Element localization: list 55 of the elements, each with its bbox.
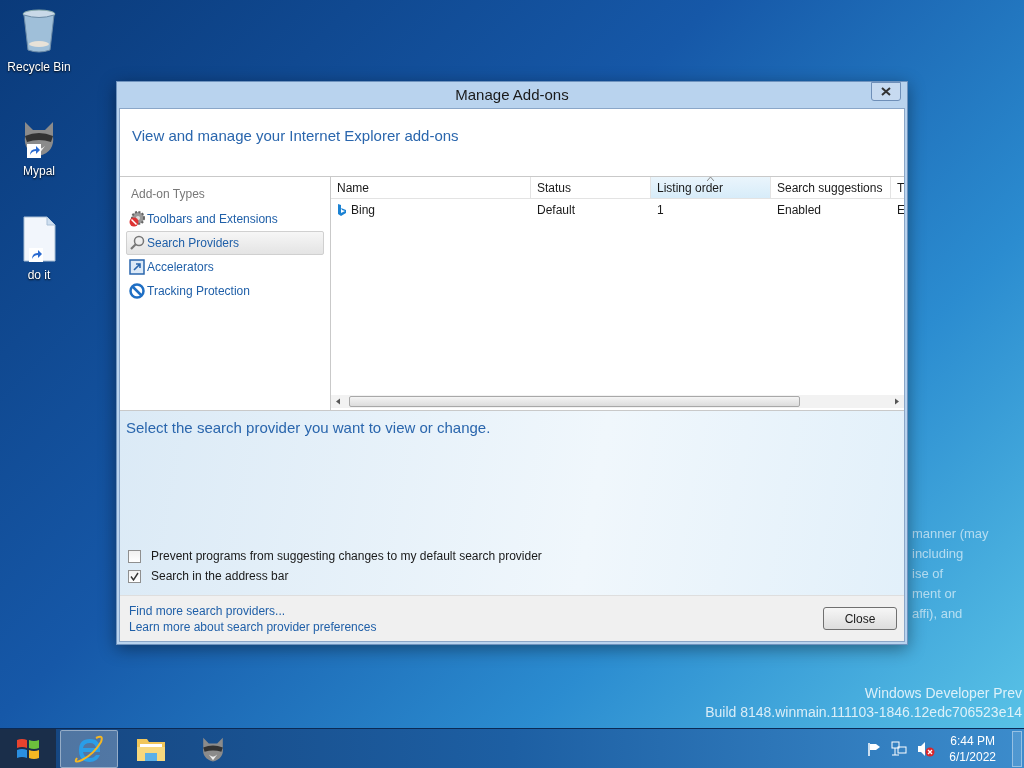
search-icon	[129, 235, 145, 251]
checkbox[interactable]	[128, 549, 141, 563]
blocked-icon	[129, 283, 145, 299]
desktop-icon-label[interactable]: Mypal	[23, 162, 55, 180]
horizontal-scrollbar[interactable]	[331, 395, 904, 408]
faded-text-line: affi), and	[912, 605, 964, 623]
clock-date[interactable]: 6/1/2022	[949, 748, 996, 765]
shortcut-arrow-icon	[27, 144, 41, 158]
build-watermark-text: Windows Developer Prev	[864, 684, 1022, 703]
help-link[interactable]: Find more search providers...	[129, 602, 377, 619]
addon-types-heading: Add-on Types	[130, 186, 206, 203]
table-cell-text: Default	[536, 202, 577, 219]
column-header[interactable]: T	[891, 177, 904, 198]
table-cell-text: E	[896, 202, 904, 219]
close-icon	[881, 87, 891, 96]
column-header[interactable]: Search suggestions	[771, 177, 891, 198]
gear-icon	[129, 211, 145, 227]
shortcut-arrow-icon	[29, 248, 43, 262]
browser-e-icon	[74, 733, 104, 764]
clock-time[interactable]: 6:44 PM	[950, 732, 995, 749]
desktop-icon-label[interactable]: do it	[27, 266, 51, 284]
arrow-square-icon	[129, 259, 145, 275]
scrollbar-thumb[interactable]	[349, 396, 800, 407]
checkbox-label: Prevent programs from suggesting changes to my default search provider	[151, 548, 542, 565]
checkbox-label: Search in the address bar	[151, 568, 289, 585]
muted-speaker-icon[interactable]	[917, 740, 936, 757]
details-prompt: Select the search provider you want to view or change.	[126, 418, 492, 438]
dialog-heading: View and manage your Internet Explorer add-ons	[132, 126, 460, 146]
faded-text-line: ment or	[912, 585, 958, 603]
column-header[interactable]: Listing order	[651, 177, 771, 198]
desktop-icon-label[interactable]: Recycle Bin	[7, 58, 71, 76]
table-cell-text: 1	[656, 202, 665, 219]
faded-text-line: ise of	[912, 565, 945, 583]
network-icon[interactable]	[891, 741, 908, 756]
checkbox[interactable]	[128, 569, 141, 583]
close-button[interactable]: Close	[823, 607, 897, 630]
taskbar-app-button[interactable]	[60, 729, 118, 768]
build-watermark-text: Build 8148.winmain.111103-1846.12edc706523e14	[705, 703, 1022, 722]
table-cell-text: Enabled	[776, 202, 823, 219]
help-link[interactable]: Learn more about search provider preferences	[129, 618, 377, 635]
windows-logo-icon	[15, 736, 41, 761]
provider-name-cell: Bing	[331, 199, 531, 221]
addon-type-item[interactable]: Accelerators	[126, 255, 324, 279]
column-header[interactable]: Name	[331, 177, 531, 198]
start-button[interactable]	[0, 728, 56, 768]
faded-text-line: manner (may	[912, 525, 989, 543]
provider-logo-icon	[337, 203, 347, 217]
addon-type-item[interactable]: Tracking Protection	[126, 279, 324, 303]
addon-type-item[interactable]: Search Providers	[126, 231, 324, 255]
recycle-bin-icon[interactable]	[21, 8, 57, 54]
close-window-button[interactable]	[871, 82, 901, 101]
flag-icon[interactable]	[867, 741, 882, 756]
faded-text-line: including	[912, 545, 965, 563]
addon-type-item[interactable]: Toolbars and Extensions	[126, 207, 324, 231]
window-title: Manage Add-ons	[455, 84, 569, 105]
